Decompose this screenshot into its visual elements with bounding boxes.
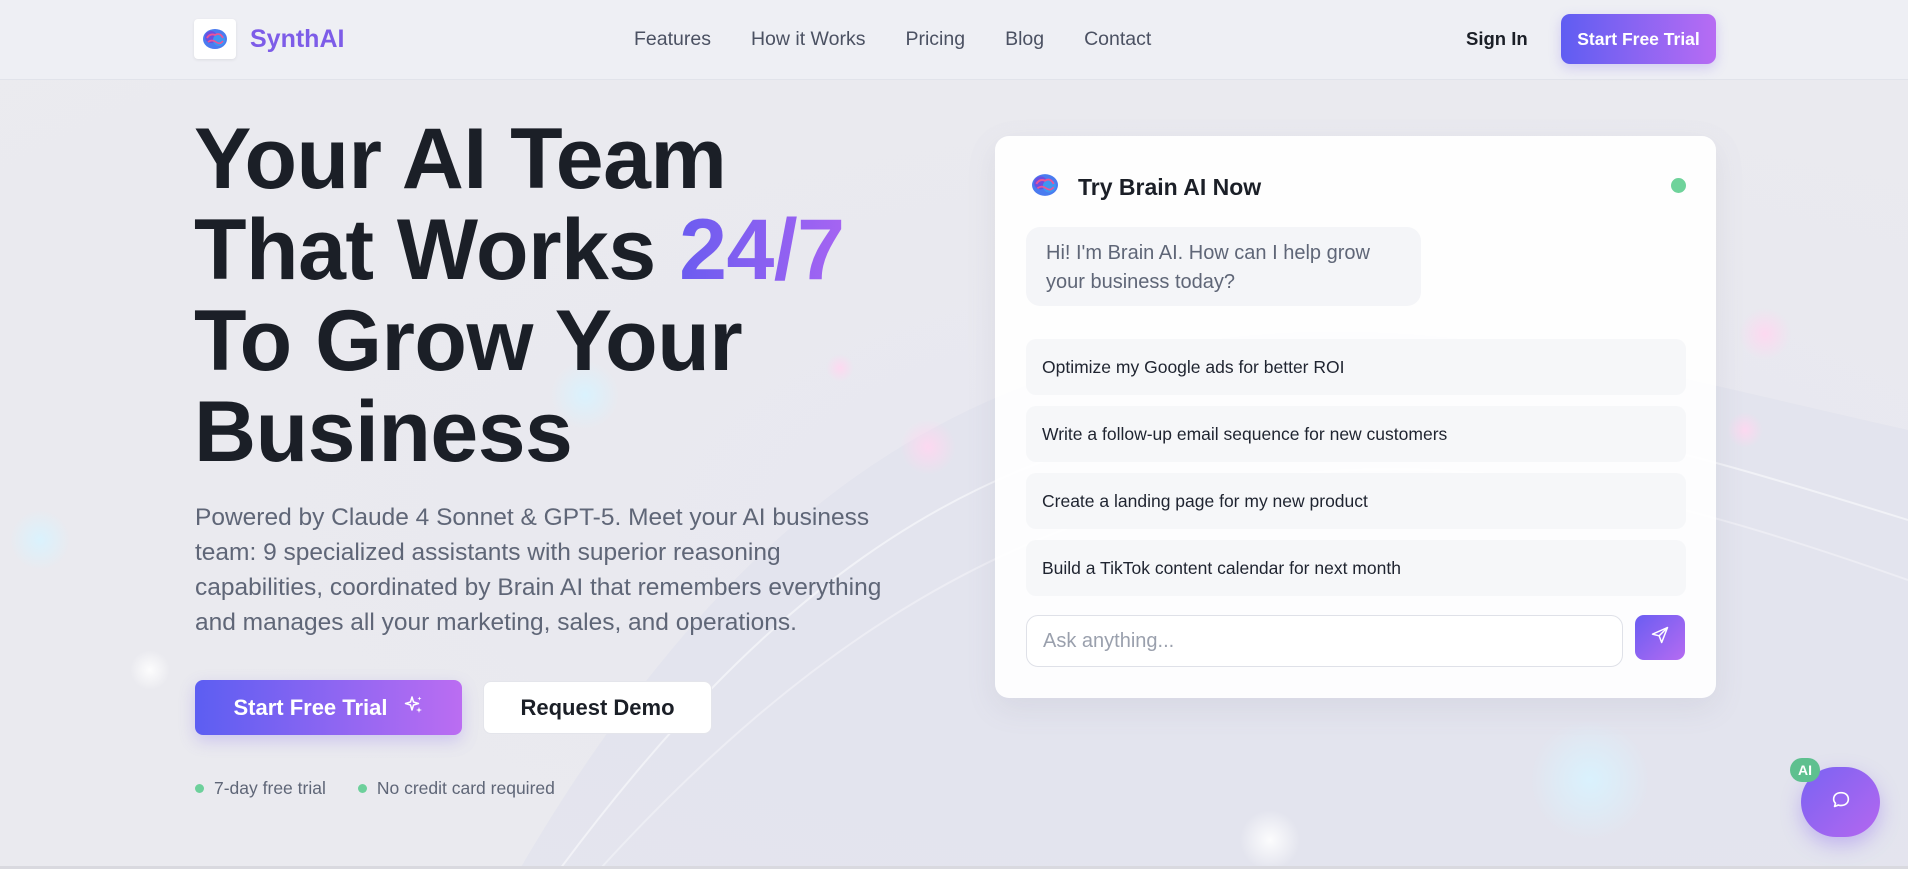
ai-badge: AI	[1790, 758, 1820, 782]
hero-title-line3: To Grow Your	[194, 293, 743, 389]
request-demo-button[interactable]: Request Demo	[483, 681, 712, 734]
perk-free-trial: 7-day free trial	[214, 778, 326, 798]
suggestion-chip[interactable]: Build a TikTok content calendar for next…	[1026, 540, 1686, 596]
hero-title-line1: Your AI Team	[194, 111, 727, 207]
perk-item: 7-day free trial	[195, 778, 326, 799]
brain-icon	[194, 19, 236, 59]
send-button[interactable]	[1635, 615, 1685, 660]
chat-input[interactable]	[1026, 615, 1623, 667]
chat-card-header: Try Brain AI Now	[1030, 172, 1261, 203]
send-icon	[1650, 625, 1670, 650]
sparkles-icon	[404, 695, 424, 721]
sign-in-link[interactable]: Sign In	[1466, 28, 1528, 50]
top-navbar: SynthAI Features How it Works Pricing Bl…	[0, 0, 1908, 80]
nav-link-how-it-works[interactable]: How it Works	[751, 28, 866, 51]
online-status-dot	[1671, 178, 1686, 193]
perk-no-credit-card: No credit card required	[376, 778, 555, 798]
hero-title: Your AI Team That Works 24/7 To Grow You…	[194, 114, 954, 478]
perks-list: 7-day free trial No credit card required	[195, 778, 555, 799]
start-free-trial-label: Start Free Trial	[233, 694, 388, 720]
nav-link-blog[interactable]: Blog	[1005, 28, 1044, 51]
hero-title-line4: Business	[194, 384, 573, 480]
nav-link-features[interactable]: Features	[634, 28, 711, 51]
perk-item: No credit card required	[357, 778, 555, 799]
check-dot-icon	[357, 784, 367, 793]
check-dot-icon	[195, 784, 204, 793]
suggestion-chip[interactable]: Optimize my Google ads for better ROI	[1026, 339, 1686, 395]
chat-demo-card: Try Brain AI Now Hi! I'm Brain AI. How c…	[995, 136, 1716, 698]
brain-icon	[1030, 172, 1060, 203]
brand-logo[interactable]: SynthAI	[194, 19, 344, 59]
assistant-greeting-bubble: Hi! I'm Brain AI. How can I help grow yo…	[1026, 227, 1421, 306]
suggestion-chip[interactable]: Write a follow-up email sequence for new…	[1026, 406, 1686, 462]
start-free-trial-button[interactable]: Start Free Trial	[195, 680, 462, 735]
nav-start-trial-button[interactable]: Start Free Trial	[1561, 14, 1716, 64]
hero-title-accent: 24/7	[679, 202, 845, 298]
hero-title-line2: That Works	[194, 202, 680, 298]
nav-link-contact[interactable]: Contact	[1084, 28, 1151, 51]
nav-link-pricing[interactable]: Pricing	[905, 28, 965, 51]
brand-name: SynthAI	[250, 24, 345, 53]
suggestion-chip[interactable]: Create a landing page for my new product	[1026, 473, 1686, 529]
chat-card-title: Try Brain AI Now	[1078, 174, 1262, 200]
chat-bubble-icon	[1830, 789, 1852, 816]
nav-links: Features How it Works Pricing Blog Conta…	[634, 28, 1151, 51]
hero-subtitle: Powered by Claude 4 Sonnet & GPT-5. Meet…	[195, 504, 882, 636]
